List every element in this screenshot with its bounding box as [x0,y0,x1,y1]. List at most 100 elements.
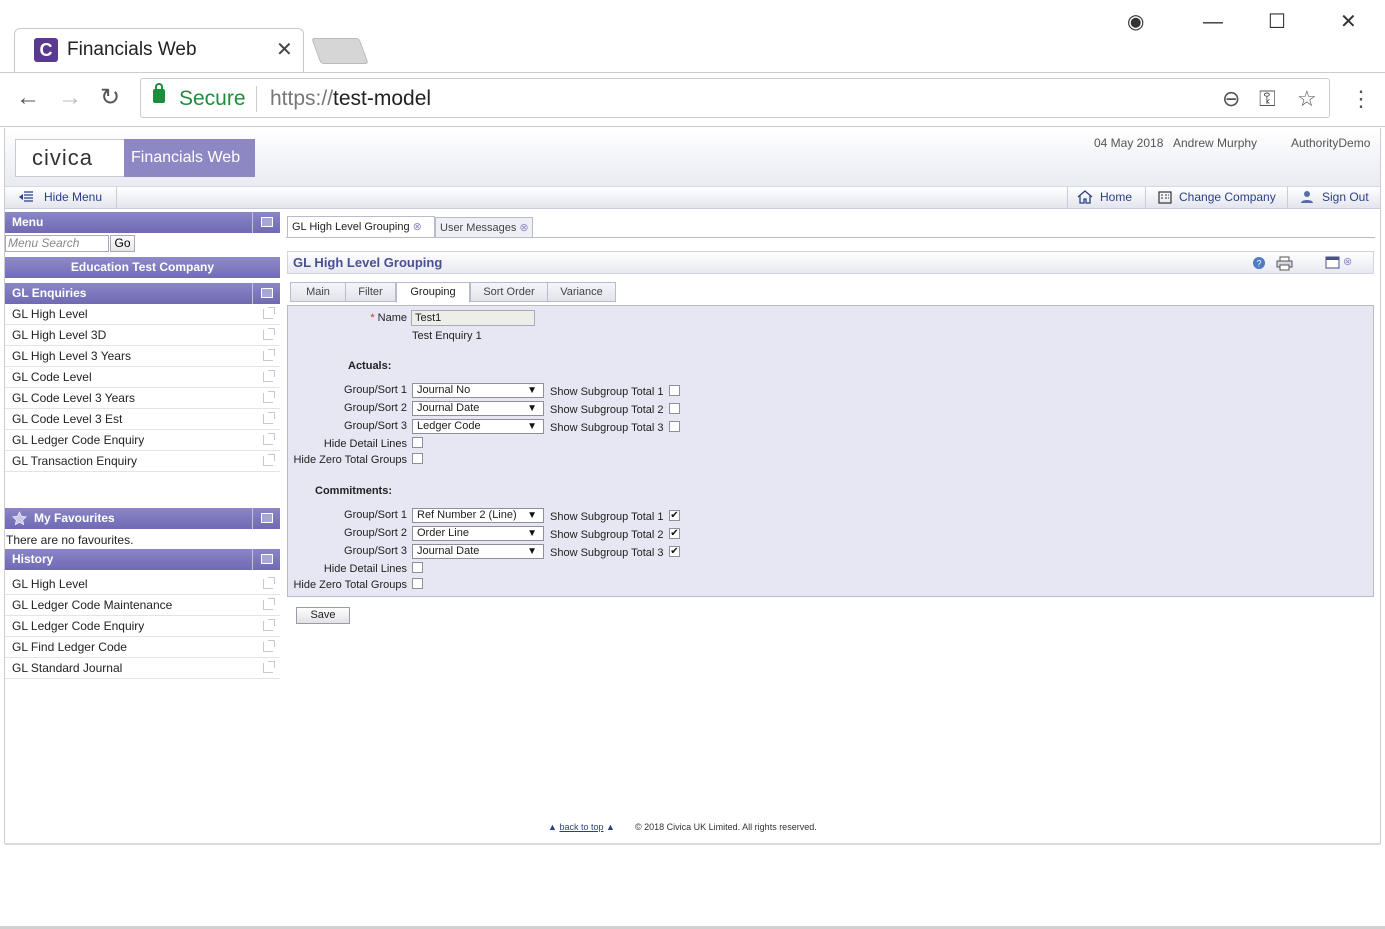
sidebar-item[interactable]: GL High Level [5,304,280,325]
tab-user-messages[interactable]: User Messages ⊗ [435,217,533,238]
sidebar-item[interactable]: GL Ledger Code Enquiry [5,430,280,451]
sidebar-item[interactable]: GL Code Level 3 Years [5,388,280,409]
commitments-hide-detail-checkbox[interactable] [412,562,423,573]
tab-main[interactable]: Main [290,282,346,302]
open-link-icon[interactable] [263,370,275,382]
open-link-icon[interactable] [263,619,275,631]
commitments-subtotal-1-checkbox[interactable]: ✔ [669,510,680,521]
print-icon[interactable] [1276,256,1293,271]
tab-gl-high-level-grouping[interactable]: GL High Level Grouping ⊗ [287,216,435,238]
maximize-icon[interactable]: ☐ [1268,8,1286,36]
history-header: History [5,549,280,570]
sidebar-item[interactable]: GL High Level 3 Years [5,346,280,367]
favourites-title: My Favourites [34,511,115,525]
url-host: test-model [333,87,432,110]
panel-title: GL High Level Grouping [287,251,1374,274]
home-button[interactable]: Home [1100,190,1132,204]
close-window-icon[interactable]: ✕ [1340,8,1357,36]
gl-enquiries-header[interactable]: GL Enquiries [5,283,280,304]
sign-out-button[interactable]: Sign Out [1322,190,1369,204]
open-link-icon[interactable] [263,454,275,466]
close-tab-icon[interactable]: ⊗ [519,218,528,238]
help-icon[interactable]: ? [1252,256,1266,270]
browser-menu-icon[interactable]: ⋮ [1350,86,1372,112]
commitments-subtotal-2-checkbox[interactable]: ✔ [669,528,680,539]
open-link-icon[interactable] [263,412,275,424]
tab-filter[interactable]: Filter [345,282,396,302]
menu-search-go-button[interactable]: Go [110,235,135,252]
open-link-icon[interactable] [263,640,275,652]
open-link-icon[interactable] [263,661,275,673]
history-item[interactable]: GL Ledger Code Maintenance [5,595,280,616]
actuals-subtotal-3-checkbox[interactable] [669,421,680,432]
actuals-hide-detail-checkbox[interactable] [412,437,423,448]
save-button[interactable]: Save [296,607,350,624]
history-item[interactable]: GL High Level [5,574,280,595]
open-link-icon[interactable] [263,598,275,610]
minimize-icon[interactable]: — [1203,8,1223,36]
actuals-group-sort-2-select[interactable]: Journal Date ▼ [412,401,544,416]
sign-out-icon [1301,191,1313,203]
window-icon[interactable] [1325,256,1340,269]
zoom-out-icon[interactable]: ⊖ [1222,86,1240,112]
history-item[interactable]: GL Ledger Code Enquiry [5,616,280,637]
commitments-group-sort-1-select[interactable]: Ref Number 2 (Line) ▼ [412,508,544,523]
reload-icon[interactable]: ↻ [100,84,120,112]
commitments-hide-zero-checkbox[interactable] [412,578,423,589]
app-name: Financials Web [124,139,255,177]
gl-enquiries-title: GL Enquiries [12,286,87,300]
new-tab-button[interactable] [311,38,369,64]
tab-sort-order[interactable]: Sort Order [470,282,548,302]
forward-icon[interactable]: → [58,84,82,112]
actuals-subtotal-2-checkbox[interactable] [669,403,680,414]
lock-icon [153,83,165,103]
open-link-icon[interactable] [263,328,275,340]
open-link-icon[interactable] [263,433,275,445]
back-to-top-link[interactable]: ▲ back to top ▲ [548,822,615,833]
menu-panel-title: Menu [12,215,44,229]
close-tab-icon[interactable]: ✕ [276,38,293,62]
name-field[interactable]: Test1 [411,310,535,326]
actuals-hide-zero-checkbox[interactable] [412,453,423,464]
actuals-subtotal-1-checkbox[interactable] [669,385,680,396]
back-to-top-text[interactable]: back to top [559,822,603,832]
open-link-icon[interactable] [263,577,275,589]
menu-panel-toggle[interactable] [252,212,280,233]
favourites-toggle[interactable] [252,508,280,529]
open-link-icon[interactable] [263,307,275,319]
account-icon[interactable]: ◉ [1127,8,1144,36]
open-link-icon[interactable] [263,349,275,361]
sidebar-item[interactable]: GL Code Level 3 Est [5,409,280,430]
dropdown-arrow-icon: ▼ [527,528,537,539]
commitments-subtotal-3-label: Show Subgroup Total 3 [550,547,664,559]
key-icon[interactable]: ⚿ [1259,86,1276,112]
actuals-group-sort-3-select[interactable]: Ledger Code ▼ [412,419,544,434]
back-icon[interactable]: ← [16,84,40,112]
gl-enquiries-toggle[interactable] [252,283,280,304]
sidebar-item-label: GL Code Level [12,370,92,384]
actuals-group-sort-1-select[interactable]: Journal No ▼ [412,383,544,398]
history-toggle[interactable] [252,549,280,570]
header-date: 04 May 2018 [1094,136,1164,150]
star-icon[interactable]: ☆ [1297,86,1317,112]
close-panel-icon[interactable]: ⊗ [1343,255,1352,268]
open-link-icon[interactable] [263,391,275,403]
history-item[interactable]: GL Standard Journal [5,658,280,679]
change-company-button[interactable]: Change Company [1179,190,1276,204]
tab-grouping[interactable]: Grouping [396,282,470,303]
commitments-subtotal-3-checkbox[interactable]: ✔ [669,546,680,557]
history-item[interactable]: GL Find Ledger Code [5,637,280,658]
commitments-group-sort-3-select[interactable]: Journal Date ▼ [412,544,544,559]
sidebar-item[interactable]: GL High Level 3D [5,325,280,346]
sidebar-item[interactable]: GL Transaction Enquiry [5,451,280,472]
sidebar-item-label: GL High Level 3D [12,328,107,342]
commitments-group-sort-2-select[interactable]: Order Line ▼ [412,526,544,541]
home-icon [1077,190,1093,204]
sidebar-item[interactable]: GL Code Level [5,367,280,388]
tab-variance[interactable]: Variance [547,282,616,302]
close-tab-icon[interactable]: ⊗ [413,217,422,237]
no-favourites-text: There are no favourites. [6,533,134,547]
menu-search-input[interactable]: Menu Search [5,235,109,252]
hide-menu-button[interactable]: Hide Menu [44,190,102,204]
url-text[interactable]: https://test-model [270,86,431,112]
